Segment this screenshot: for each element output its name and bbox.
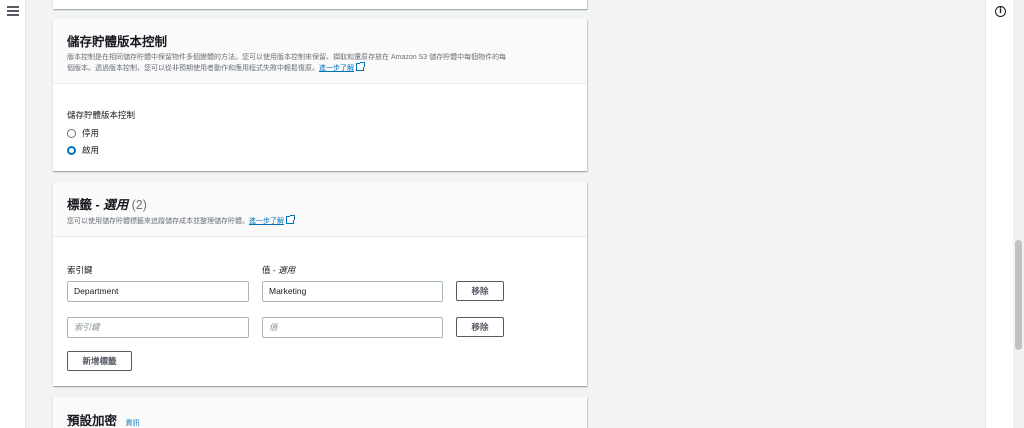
tag-value-input[interactable]: Marketing (262, 281, 443, 302)
tags-description: 您可以使用儲存貯體標籤來追蹤儲存成本並整理儲存貯體。進一步了解 (67, 215, 573, 227)
tag-value-input[interactable]: 值 (262, 317, 443, 338)
versioning-panel: 儲存貯體版本控制 版本控制是在相同儲存貯體中保留物件多個變體的方法。您可以使用版… (53, 19, 587, 171)
radio-disable-label: 停用 (82, 128, 100, 138)
versioning-description-text: 個版本。透過版本控制，您可以從非預期使用者動作和應用程式失敗中輕鬆復原。 (67, 65, 319, 72)
radio-option-disable[interactable]: 停用 (67, 127, 99, 139)
tag-value-label-optional: 選用 (278, 265, 296, 275)
encryption-panel: 預設加密 資訊 (53, 397, 587, 428)
tag-key-input[interactable]: 索引鍵 (67, 317, 249, 338)
left-navigation-rail (0, 0, 26, 428)
tag-value-label: 值 - 選用 (262, 264, 295, 276)
scrollbar-thumb[interactable] (1015, 240, 1022, 350)
versioning-title: 儲存貯體版本控制 (67, 35, 168, 49)
tag-key-label: 索引鍵 (67, 265, 93, 275)
versioning-field-label: 儲存貯體版本控制 (67, 110, 136, 120)
add-tag-button[interactable]: 新增標籤 (67, 351, 132, 371)
versioning-learn-more-link[interactable]: 進一步了解 (319, 65, 354, 72)
page-scrollbar[interactable] (1013, 0, 1024, 428)
external-link-icon (286, 215, 295, 224)
tags-title-optional: 選用 (103, 198, 129, 212)
tag-value-label-main: 值 - (262, 265, 279, 275)
encryption-title: 預設加密 (67, 414, 118, 428)
versioning-description-line1: 版本控制是在相同儲存貯體中保留物件多個變體的方法。您可以使用版本控制來保留、擷取… (67, 54, 507, 61)
radio-enable-circle[interactable] (67, 145, 76, 155)
previous-panel (53, 0, 587, 9)
tags-learn-more-link[interactable]: 進一步了解 (249, 218, 284, 225)
tags-title-main: 標籤 - (67, 198, 104, 212)
tags-count: (2) (128, 198, 147, 212)
versioning-description-line2: 個版本。透過版本控制，您可以從非預期使用者動作和應用程式失敗中輕鬆復原。進一步了… (67, 62, 573, 74)
tags-panel: 標籤 - 選用 (2) 您可以使用儲存貯體標籤來追蹤儲存成本並整理儲存貯體。進一… (53, 182, 587, 386)
encryption-info-link[interactable]: 資訊 (125, 420, 139, 427)
hamburger-menu-icon[interactable] (7, 6, 19, 16)
tags-header: 標籤 - 選用 (2) 您可以使用儲存貯體標籤來追蹤儲存成本並整理儲存貯體。進一… (53, 182, 587, 237)
versioning-description: 版本控制是在相同儲存貯體中保留物件多個變體的方法。您可以使用版本控制來保留、擷取… (67, 53, 573, 74)
radio-option-enable[interactable]: 啟用 (67, 144, 99, 156)
radio-enable-label: 啟用 (82, 145, 100, 155)
external-link-icon (356, 62, 365, 71)
remove-tag-button[interactable]: 移除 (456, 281, 504, 301)
tag-key-input[interactable]: Department (67, 281, 249, 302)
tags-description-text: 您可以使用儲存貯體標籤來追蹤儲存成本並整理儲存貯體。 (67, 218, 249, 225)
right-help-rail: i (985, 0, 1013, 428)
tags-title: 標籤 - 選用 (2) (67, 194, 573, 213)
radio-disable-circle[interactable] (67, 128, 76, 138)
versioning-header: 儲存貯體版本控制 版本控制是在相同儲存貯體中保留物件多個變體的方法。您可以使用版… (53, 19, 587, 84)
encryption-header: 預設加密 資訊 (53, 397, 587, 428)
info-icon[interactable]: i (995, 6, 1006, 17)
remove-tag-button[interactable]: 移除 (456, 317, 504, 337)
